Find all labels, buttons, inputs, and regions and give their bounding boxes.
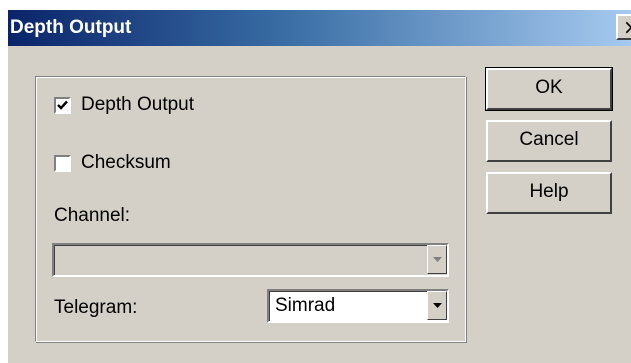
chevron-down-icon bbox=[433, 257, 442, 262]
cancel-button[interactable]: Cancel bbox=[486, 120, 612, 162]
title-bar[interactable]: Depth Output × bbox=[8, 10, 631, 46]
depth-output-checkbox-row[interactable]: Depth Output bbox=[54, 94, 194, 116]
checksum-checkbox-row[interactable]: Checksum bbox=[54, 152, 171, 174]
checksum-label: Checksum bbox=[81, 152, 171, 173]
checksum-checkbox[interactable] bbox=[54, 154, 71, 172]
telegram-label: Telegram: bbox=[54, 297, 138, 318]
channel-label: Channel: bbox=[54, 205, 131, 226]
telegram-dropdown-button[interactable] bbox=[427, 291, 447, 320]
chevron-down-icon bbox=[433, 303, 442, 308]
window-title: Depth Output bbox=[10, 17, 132, 38]
close-button[interactable]: × bbox=[616, 14, 631, 40]
channel-select[interactable] bbox=[52, 243, 449, 277]
ok-button[interactable]: OK bbox=[485, 67, 613, 111]
telegram-select[interactable]: Simrad bbox=[267, 289, 449, 323]
telegram-value: Simrad bbox=[275, 295, 336, 316]
top-edge bbox=[0, 0, 631, 10]
depth-output-checkbox[interactable] bbox=[54, 96, 71, 114]
close-icon: × bbox=[623, 16, 631, 38]
depth-output-dialog: Depth Output × Depth Output Checksum Cha… bbox=[0, 0, 631, 363]
help-button[interactable]: Help bbox=[486, 172, 612, 214]
channel-select-frame bbox=[54, 245, 447, 275]
check-icon bbox=[57, 100, 68, 110]
channel-dropdown-button[interactable] bbox=[427, 245, 447, 274]
depth-output-label: Depth Output bbox=[81, 94, 195, 115]
left-edge bbox=[0, 0, 8, 363]
